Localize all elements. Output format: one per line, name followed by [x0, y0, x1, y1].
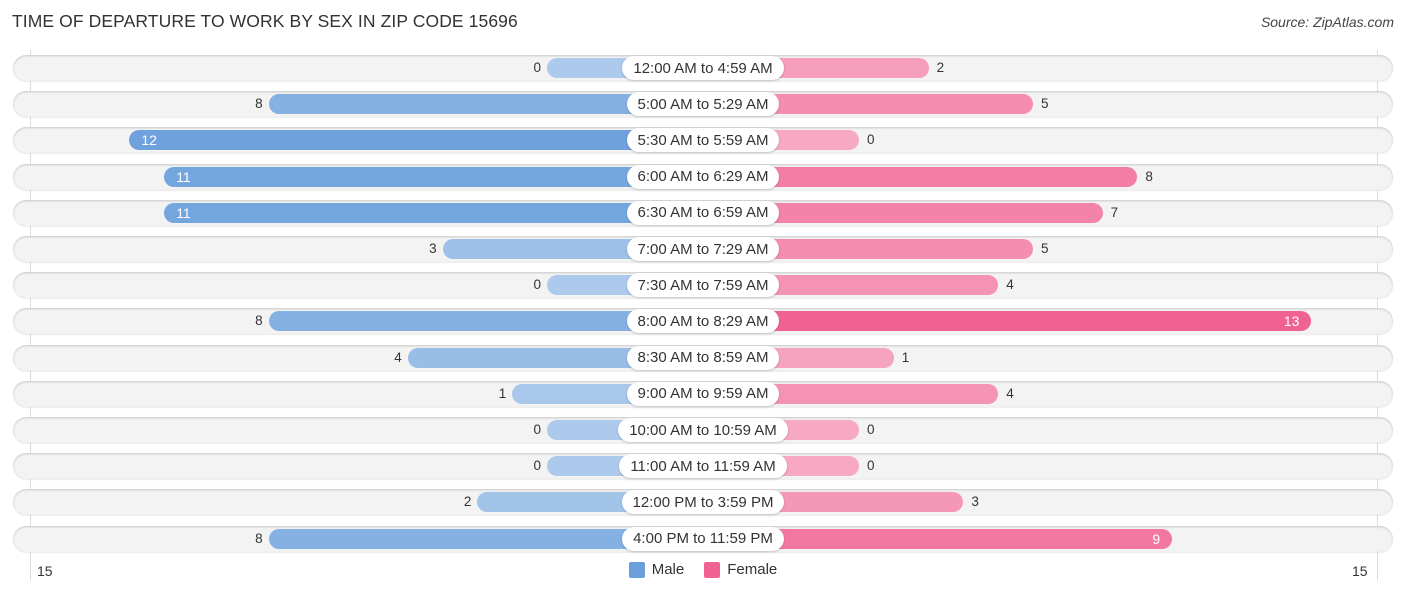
value-label-female: 3 — [971, 494, 979, 510]
value-label-female: 0 — [867, 422, 875, 437]
value-label-female: 8 — [1145, 168, 1153, 184]
legend-label-male: Male — [651, 561, 685, 578]
category-label: 12:00 PM to 3:59 PM — [621, 490, 785, 515]
legend: Male Female — [0, 561, 1406, 578]
value-label-male: 11 — [176, 204, 191, 221]
category-label: 7:30 AM to 7:59 AM — [626, 273, 780, 298]
value-label-male: 3 — [429, 241, 437, 256]
category-label: 9:00 AM to 9:59 AM — [626, 381, 780, 406]
category-label: 7:00 AM to 7:29 AM — [626, 237, 780, 261]
value-label-female: 4 — [1006, 277, 1014, 293]
category-label: 6:00 AM to 6:29 AM — [626, 164, 780, 189]
legend-item-male[interactable]: Male — [628, 561, 685, 578]
value-label-male: 11 — [176, 168, 191, 185]
category-label: 5:00 AM to 5:29 AM — [626, 92, 780, 117]
value-label-male: 0 — [533, 458, 541, 474]
category-label: 10:00 AM to 10:59 AM — [618, 418, 788, 442]
value-label-female: 7 — [1110, 204, 1119, 220]
diverging-bar-chart: 0 2 12:00 AM to 4:59 AM 8 5 5:00 AM to 5:29 A… — [0, 0, 1406, 594]
category-label: 8:30 AM to 8:59 AM — [626, 345, 780, 370]
legend-item-female[interactable]: Female — [704, 561, 777, 578]
category-label: 11:00 AM to 11:59 AM — [619, 454, 787, 479]
category-label: 4:00 PM to 11:59 PM — [622, 526, 784, 551]
value-label-female: 2 — [936, 60, 945, 75]
value-label-female: 0 — [867, 458, 875, 474]
female-swatch-icon — [704, 561, 721, 578]
value-label-female: 13 — [1283, 313, 1300, 330]
category-label: 8:00 AM to 8:29 AM — [626, 309, 780, 334]
bar-male[interactable] — [129, 130, 703, 151]
legend-label-female: Female — [727, 561, 778, 578]
category-label: 6:30 AM to 6:59 AM — [626, 200, 780, 225]
value-label-male: 8 — [255, 96, 263, 112]
value-label-male: 8 — [255, 313, 263, 329]
value-label-female: 5 — [1041, 96, 1049, 112]
value-label-male: 2 — [463, 494, 472, 510]
value-label-female: 1 — [901, 349, 910, 365]
category-label: 5:30 AM to 5:59 AM — [626, 128, 780, 153]
category-label: 12:00 AM to 4:59 AM — [622, 56, 784, 80]
value-label-female: 9 — [1152, 530, 1161, 547]
value-label-female: 0 — [867, 132, 875, 148]
value-label-female: 5 — [1041, 241, 1049, 256]
value-label-female: 4 — [1006, 385, 1014, 401]
value-label-male: 0 — [533, 422, 541, 437]
value-label-male: 1 — [498, 385, 507, 401]
value-label-male: 0 — [533, 60, 541, 75]
value-label-male: 12 — [141, 132, 157, 149]
value-label-male: 0 — [533, 277, 541, 293]
value-label-male: 4 — [394, 349, 402, 365]
value-label-male: 8 — [255, 530, 263, 546]
bar-female[interactable] — [703, 311, 1312, 332]
male-swatch-icon — [628, 561, 645, 578]
bar-male[interactable] — [164, 202, 703, 223]
bar-male[interactable] — [164, 166, 703, 187]
